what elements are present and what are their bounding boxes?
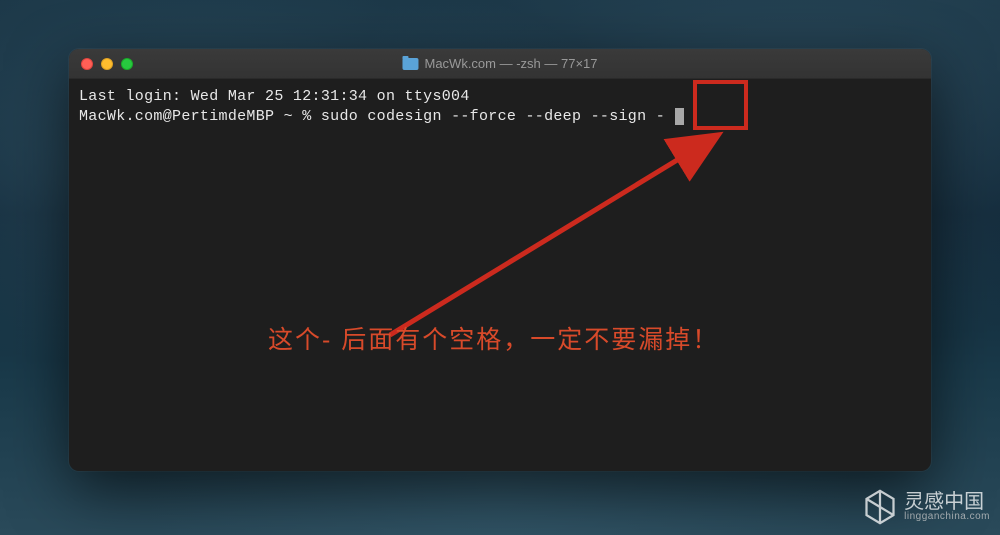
titlebar[interactable]: MacWk.com — -zsh — 77×17 — [69, 49, 931, 79]
traffic-lights — [69, 58, 133, 70]
window-title: MacWk.com — -zsh — 77×17 — [402, 56, 597, 71]
watermark: 灵感中国 lingganchina.com — [862, 489, 990, 525]
watermark-main-text: 灵感中国 — [904, 492, 990, 512]
terminal-body[interactable]: Last login: Wed Mar 25 12:31:34 on ttys0… — [69, 79, 931, 136]
terminal-window: MacWk.com — -zsh — 77×17 Last login: Wed… — [69, 49, 931, 471]
cursor — [675, 108, 684, 125]
minimize-button[interactable] — [101, 58, 113, 70]
shell-prompt: MacWk.com@PertimdeMBP ~ % — [79, 108, 321, 125]
command-line: MacWk.com@PertimdeMBP ~ % sudo codesign … — [79, 107, 921, 127]
watermark-sub-text: lingganchina.com — [904, 512, 990, 522]
last-login-line: Last login: Wed Mar 25 12:31:34 on ttys0… — [79, 87, 921, 107]
maximize-button[interactable] — [121, 58, 133, 70]
title-text: MacWk.com — -zsh — 77×17 — [424, 56, 597, 71]
annotation-text: 这个- 后面有个空格，一定不要漏掉！ — [268, 320, 719, 356]
watermark-logo-icon — [862, 489, 898, 525]
command-text: sudo codesign --force --deep --sign - — [321, 108, 674, 125]
folder-icon — [402, 58, 418, 70]
close-button[interactable] — [81, 58, 93, 70]
